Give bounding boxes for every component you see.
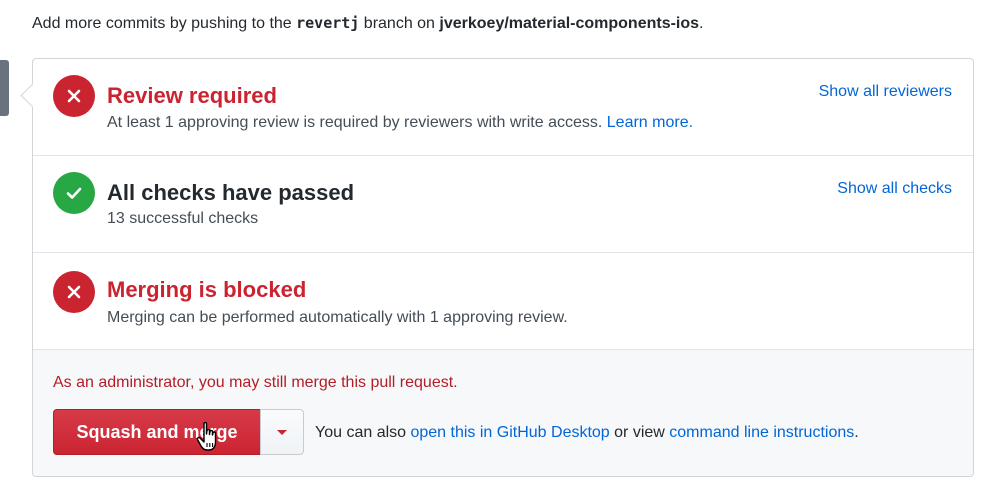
- x-icon: [53, 75, 95, 117]
- x-icon: [53, 271, 95, 313]
- show-all-checks-link[interactable]: Show all checks: [837, 180, 952, 198]
- check-icon: [53, 172, 95, 214]
- alt-suffix: .: [854, 424, 859, 441]
- checks-count: 13 successful checks: [107, 210, 259, 227]
- merge-button-group: Squash and merge: [53, 409, 304, 455]
- alt-middle: or view: [609, 424, 670, 441]
- command-line-instructions-link[interactable]: command line instructions: [669, 424, 854, 441]
- merge-action-area: As an administrator, you may still merge…: [33, 350, 973, 476]
- admin-merge-note: As an administrator, you may still merge…: [53, 374, 458, 391]
- merging-blocked-description: Merging can be performed automatically w…: [107, 309, 568, 326]
- caret-down-icon: [277, 429, 287, 435]
- review-description-text: At least 1 approving review is required …: [107, 114, 603, 131]
- merge-status-box: Review required At least 1 approving rev…: [32, 58, 974, 477]
- intro-suffix: .: [699, 15, 704, 32]
- merging-blocked-section: Merging is blocked Merging can be perfor…: [33, 253, 973, 350]
- review-required-title: Review required: [107, 83, 277, 108]
- alt-prefix: You can also: [315, 424, 411, 441]
- learn-more-link[interactable]: Learn more.: [607, 114, 693, 131]
- branch-name: revertj: [296, 14, 360, 32]
- review-required-description: At least 1 approving review is required …: [107, 114, 693, 132]
- intro-middle: branch on: [359, 15, 440, 32]
- pr-merge-page: Add more commits by pushing to the rever…: [0, 0, 1000, 493]
- timeline-marker: [0, 60, 9, 116]
- show-all-reviewers-link[interactable]: Show all reviewers: [819, 83, 952, 101]
- push-instructions: Add more commits by pushing to the rever…: [32, 14, 704, 33]
- checks-passed-title: All checks have passed: [107, 180, 355, 205]
- alternative-merge-options: You can also open this in GitHub Desktop…: [315, 424, 859, 442]
- merge-method-dropdown-button[interactable]: [260, 409, 304, 455]
- repo-name: jverkoey/material-components-ios: [439, 15, 700, 32]
- open-in-github-desktop-link[interactable]: open this in GitHub Desktop: [410, 424, 609, 441]
- checks-passed-section: All checks have passed 13 successful che…: [33, 156, 973, 253]
- merging-blocked-title: Merging is blocked: [107, 277, 307, 302]
- squash-and-merge-button[interactable]: Squash and merge: [53, 409, 260, 455]
- intro-prefix: Add more commits by pushing to the: [32, 15, 297, 32]
- review-required-section: Review required At least 1 approving rev…: [33, 59, 973, 156]
